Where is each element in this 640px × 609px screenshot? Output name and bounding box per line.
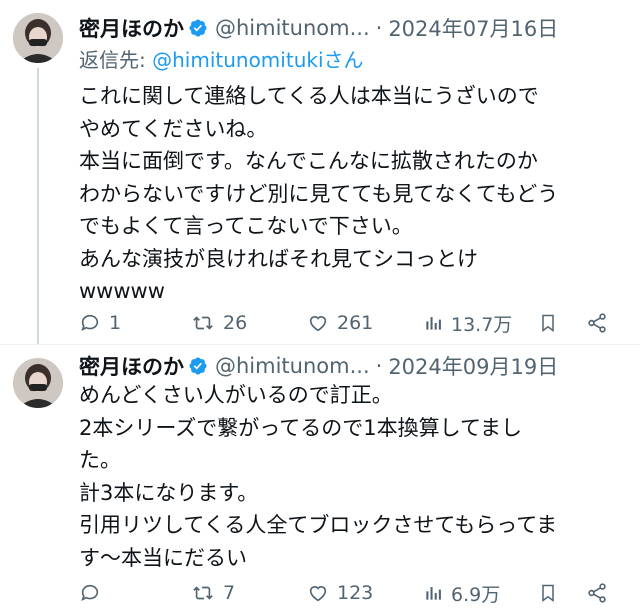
- reply-handle-link[interactable]: @himitunomitukiさん: [152, 48, 363, 72]
- action-bar: 1 26 261 13.7万: [79, 308, 619, 338]
- like-button[interactable]: 123: [307, 582, 373, 604]
- analytics-icon: [426, 587, 441, 600]
- tweet-text-line: 計3本になります。: [79, 480, 259, 505]
- reply-icon: [81, 584, 99, 601]
- tweet-2[interactable]: 密月ほのか @himitunom... · 2024年09月19日 めんどくさい…: [0, 345, 640, 609]
- tweet-text-line: た。: [79, 448, 121, 472]
- thread-connector-line: [37, 68, 39, 345]
- tweet-text: これに関して連絡してくる人は本当にうざいので やめてくださいね。 本当に面倒です…: [79, 80, 629, 308]
- display-name[interactable]: 密月ほのか: [79, 13, 184, 43]
- share-icon: [588, 313, 606, 333]
- reply-count: 1: [109, 312, 122, 334]
- separator-dot: ·: [375, 354, 383, 378]
- reply-prefix: 返信先:: [79, 48, 153, 72]
- tweet-text-line: wwwww: [79, 279, 165, 303]
- views-button[interactable]: 13.7万: [423, 310, 512, 337]
- tweet-text-line: 本当に面倒です。なんでこんなに拡散されたのか: [79, 149, 538, 173]
- view-count: 13.7万: [451, 313, 513, 336]
- avatar[interactable]: [13, 13, 63, 63]
- reply-context: 返信先: @himitunomitukiさん: [79, 44, 364, 73]
- like-button[interactable]: 261: [307, 312, 373, 334]
- tweet-text-line: これに関して連絡してくる人は本当にうざいので: [79, 84, 539, 108]
- tweet-text-line: あんな演技が良ければそれ見てシコっとけ: [79, 246, 478, 271]
- bookmark-button[interactable]: [538, 312, 558, 334]
- tweet-text-line: 引用リツしてくる人全てブロックさせてもらってま: [79, 513, 558, 537]
- display-name[interactable]: 密月ほのか: [79, 351, 184, 381]
- retweet-count: 26: [223, 312, 248, 334]
- tweet-text-line: やめてくださいね。: [79, 116, 268, 141]
- tweet-text-line: 2本シリーズで繋がってるので1本換算してまし: [79, 415, 522, 440]
- analytics-icon: [426, 317, 441, 330]
- avatar[interactable]: [13, 358, 63, 408]
- like-count: 123: [337, 582, 374, 604]
- tweet-text-line: す〜本当にだるい: [79, 545, 247, 570]
- handle[interactable]: @himitunom...: [215, 354, 370, 378]
- tweet-text: めんどくさい人がいるので訂正。 2本シリーズで繋がってるので1本換算してまし た…: [79, 379, 629, 574]
- verified-badge-icon: [188, 356, 208, 376]
- handle[interactable]: @himitunom...: [215, 16, 370, 40]
- retweet-button[interactable]: 7: [191, 582, 235, 604]
- bookmark-icon: [542, 314, 554, 332]
- timestamp[interactable]: 2024年07月16日: [388, 13, 558, 43]
- share-button[interactable]: [586, 312, 608, 334]
- heart-icon: [309, 316, 327, 332]
- avatar-image-icon: [13, 13, 63, 63]
- retweet-icon: [193, 316, 213, 330]
- action-bar: 7 123 6.9万: [79, 578, 619, 608]
- share-icon: [588, 583, 606, 603]
- bookmark-button[interactable]: [538, 582, 558, 604]
- tweet-text-line: めんどくさい人がいるので訂正。: [79, 383, 393, 407]
- reply-button[interactable]: 1: [79, 312, 121, 334]
- reply-button[interactable]: [79, 582, 109, 604]
- avatar-image-icon: [13, 358, 63, 408]
- share-button[interactable]: [586, 582, 608, 604]
- retweet-button[interactable]: 26: [191, 312, 247, 334]
- like-count: 261: [337, 312, 374, 334]
- timestamp[interactable]: 2024年09月19日: [388, 351, 558, 381]
- verified-badge-icon: [188, 18, 208, 38]
- separator-dot: ·: [375, 16, 383, 40]
- bookmark-icon: [542, 584, 554, 602]
- retweet-icon: [193, 586, 213, 600]
- tweet-text-line: でもよくて言ってこないで下さい。: [79, 214, 413, 238]
- heart-icon: [309, 586, 327, 602]
- tweet-1[interactable]: 密月ほのか @himitunom... · 2024年07月16日 返信先: @…: [0, 0, 640, 345]
- reply-icon: [81, 314, 99, 331]
- tweet-header: 密月ほのか @himitunom... · 2024年09月19日: [79, 351, 558, 381]
- views-button[interactable]: 6.9万: [423, 580, 500, 607]
- view-count: 6.9万: [451, 583, 501, 606]
- retweet-count: 7: [223, 582, 236, 604]
- tweet-header: 密月ほのか @himitunom... · 2024年07月16日: [79, 13, 558, 43]
- tweet-text-line: わからないですけど別に見てても見てなくてもどう: [79, 181, 559, 206]
